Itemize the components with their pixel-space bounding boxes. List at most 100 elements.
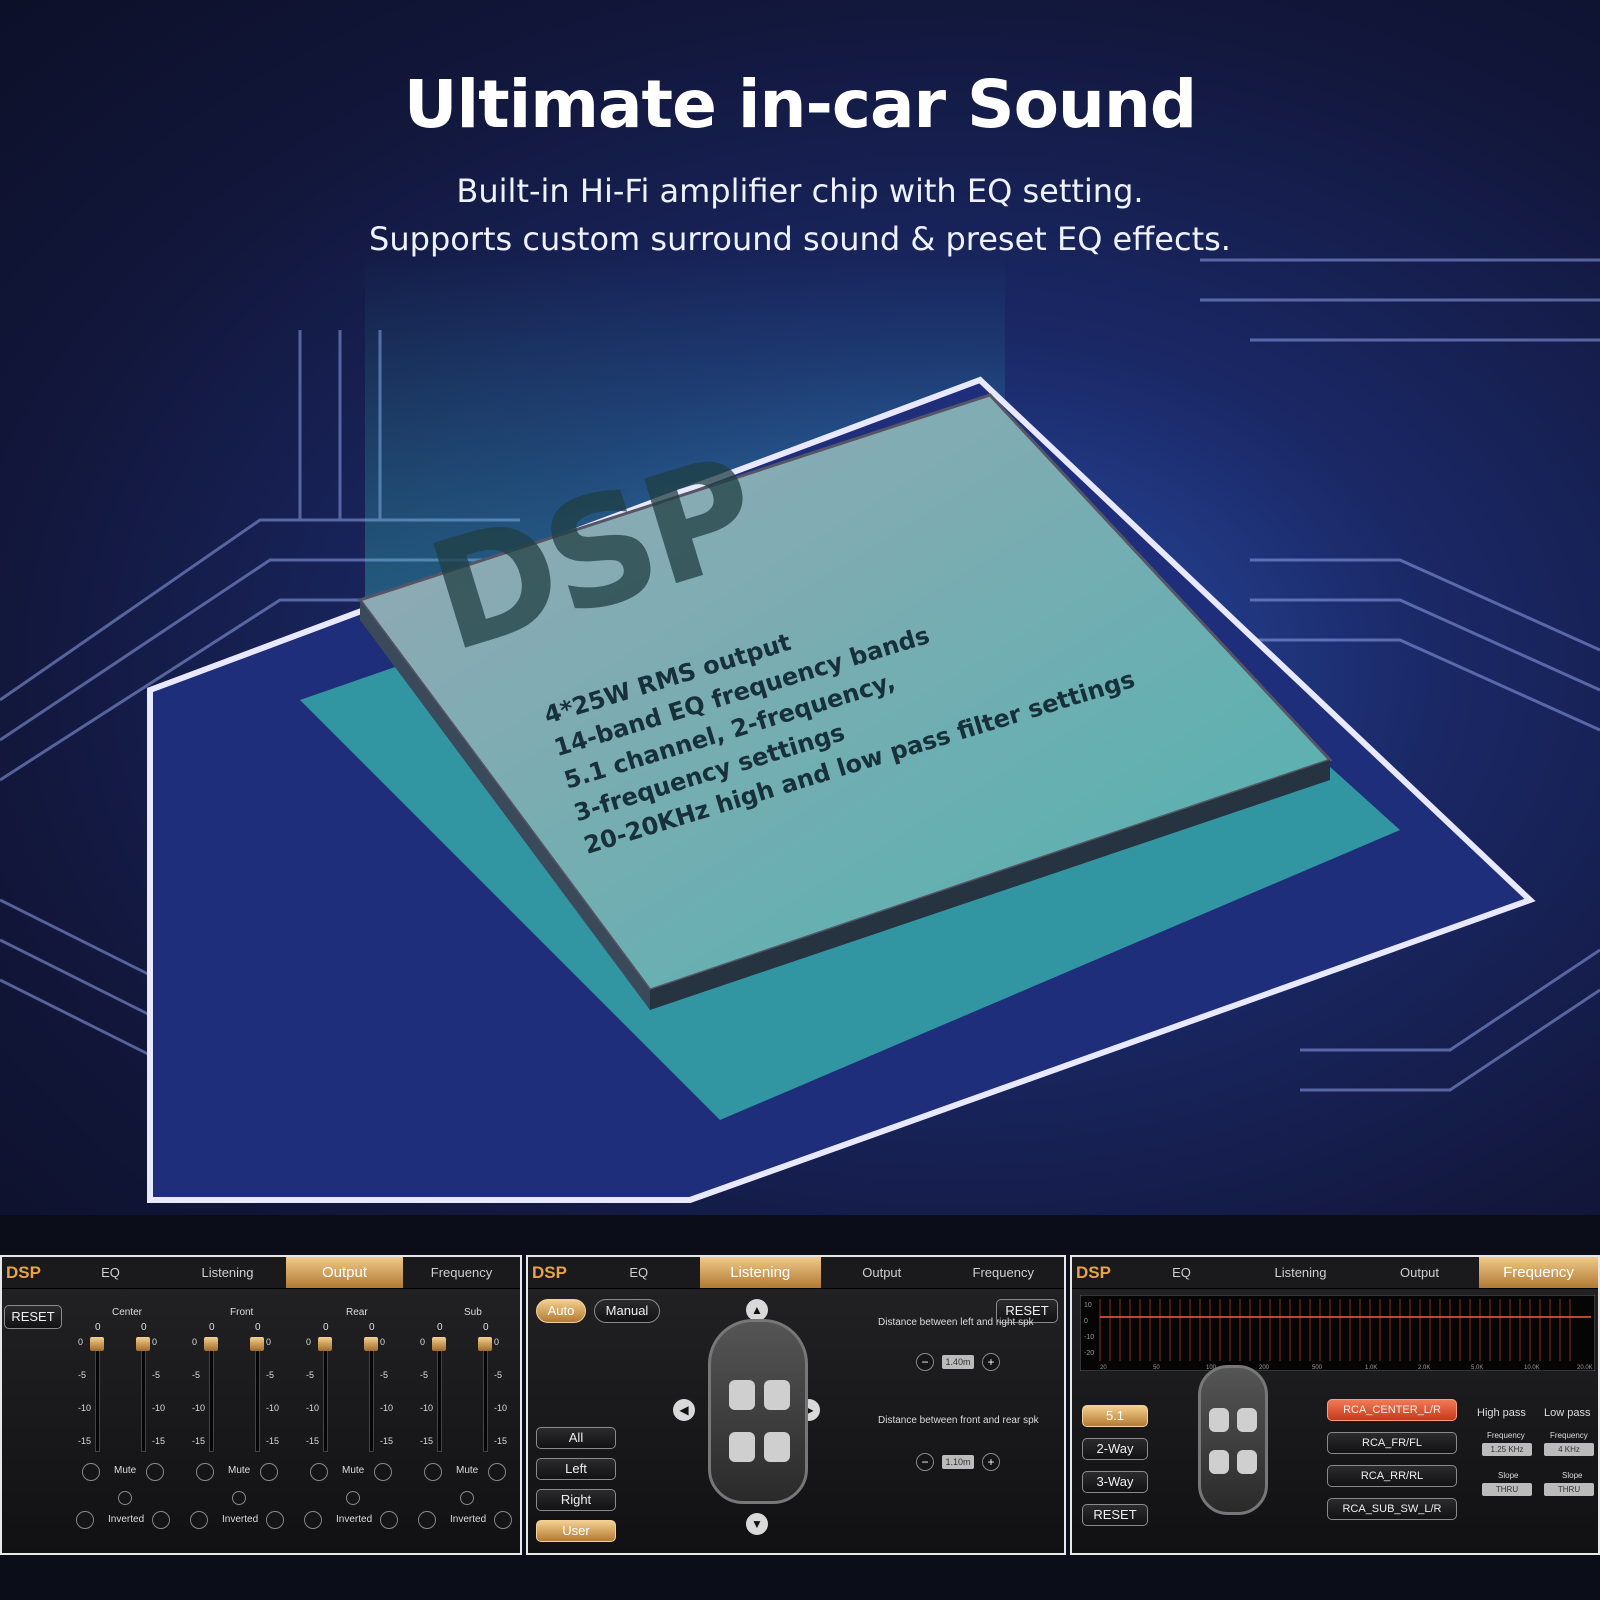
mode-2-way-button[interactable]: 2-Way bbox=[1082, 1438, 1148, 1460]
scale-label: 0 bbox=[266, 1337, 272, 1347]
mute-toggle[interactable] bbox=[260, 1463, 278, 1481]
mode-user-button[interactable]: User bbox=[536, 1520, 616, 1542]
minus-button[interactable]: − bbox=[916, 1353, 934, 1371]
mute-toggle[interactable] bbox=[146, 1463, 164, 1481]
tab-frequency[interactable]: Frequency bbox=[403, 1257, 520, 1288]
hp-slope-select[interactable]: THRU bbox=[1482, 1483, 1532, 1496]
mute-toggle[interactable] bbox=[196, 1463, 214, 1481]
mute-toggle[interactable] bbox=[488, 1463, 506, 1481]
slider-track[interactable] bbox=[323, 1342, 328, 1452]
channel-front-button[interactable]: RCA_FR/FL bbox=[1327, 1432, 1457, 1454]
scale-label: -15 bbox=[266, 1436, 280, 1446]
channel-label: Center bbox=[112, 1307, 143, 1318]
slider-top-value: 0 bbox=[209, 1322, 215, 1333]
slider-track[interactable] bbox=[209, 1342, 214, 1452]
tab-eq[interactable]: EQ bbox=[52, 1257, 169, 1288]
inverted-toggle[interactable] bbox=[266, 1511, 284, 1529]
plus-button[interactable]: + bbox=[982, 1453, 1000, 1471]
x-tick-label: 200 bbox=[1259, 1365, 1270, 1371]
slider-knob[interactable] bbox=[364, 1337, 378, 1351]
mode-left-button[interactable]: Left bbox=[536, 1458, 616, 1480]
mode-right-button[interactable]: Right bbox=[536, 1489, 616, 1511]
mute-toggle[interactable] bbox=[374, 1463, 392, 1481]
link-icon[interactable] bbox=[232, 1491, 246, 1505]
channel-rear-button[interactable]: RCA_RR/RL bbox=[1327, 1465, 1457, 1487]
slider-top-value: 0 bbox=[255, 1322, 261, 1333]
manual-button[interactable]: Manual bbox=[594, 1299, 660, 1323]
slider-knob[interactable] bbox=[478, 1337, 492, 1351]
tab-frequency[interactable]: Frequency bbox=[943, 1257, 1065, 1288]
slider-knob[interactable] bbox=[90, 1337, 104, 1351]
tab-output[interactable]: Output bbox=[1360, 1257, 1479, 1288]
lp-slope-select[interactable]: THRU bbox=[1544, 1483, 1594, 1496]
slider-knob[interactable] bbox=[250, 1337, 264, 1351]
inverted-toggle[interactable] bbox=[494, 1511, 512, 1529]
slider-top-value: 0 bbox=[437, 1322, 443, 1333]
inverted-label: Inverted bbox=[450, 1514, 487, 1525]
auto-button[interactable]: Auto bbox=[536, 1299, 586, 1323]
inverted-toggle[interactable] bbox=[152, 1511, 170, 1529]
hp-frequency-value[interactable]: 1.25 KHz bbox=[1482, 1443, 1532, 1456]
inverted-toggle[interactable] bbox=[190, 1511, 208, 1529]
scale-label: 0 bbox=[152, 1337, 158, 1347]
slider-top-value: 0 bbox=[369, 1322, 375, 1333]
channel-center-button[interactable]: RCA_CENTER_L/R bbox=[1327, 1399, 1457, 1421]
tab-listening[interactable]: Listening bbox=[699, 1257, 821, 1288]
scale-label: -15 bbox=[192, 1436, 206, 1446]
mute-label: Mute bbox=[114, 1465, 137, 1476]
scale-label: 0 bbox=[494, 1337, 500, 1347]
subtitle-line-2: Supports custom surround sound & preset … bbox=[369, 220, 1231, 258]
inverted-toggle[interactable] bbox=[418, 1511, 436, 1529]
slider-knob[interactable] bbox=[204, 1337, 218, 1351]
frequency-panel: DSP EQ Listening Output Frequency 10 0 -10… bbox=[1070, 1255, 1600, 1555]
mode-3-way-button[interactable]: 3-Way bbox=[1082, 1471, 1148, 1493]
scale-label: 0 bbox=[380, 1337, 386, 1347]
channel-sub-button[interactable]: RCA_SUB_SW_L/R bbox=[1327, 1498, 1457, 1520]
frequency-label: Frequency bbox=[1487, 1431, 1525, 1440]
tab-listening[interactable]: Listening bbox=[1241, 1257, 1360, 1288]
frequency-label: Frequency bbox=[1550, 1431, 1588, 1440]
slider-track[interactable] bbox=[141, 1342, 146, 1452]
plus-button[interactable]: + bbox=[982, 1353, 1000, 1371]
reset-button[interactable]: RESET bbox=[1082, 1504, 1148, 1526]
slider-track[interactable] bbox=[483, 1342, 488, 1452]
arrow-down-icon[interactable]: ▼ bbox=[746, 1513, 768, 1535]
mode-all-button[interactable]: All bbox=[536, 1427, 616, 1449]
mode-5-1-button[interactable]: 5.1 bbox=[1082, 1405, 1148, 1427]
slider-knob[interactable] bbox=[318, 1337, 332, 1351]
mute-label: Mute bbox=[228, 1465, 251, 1476]
slider-top-value: 0 bbox=[141, 1322, 147, 1333]
inverted-toggle[interactable] bbox=[76, 1511, 94, 1529]
tab-listening[interactable]: Listening bbox=[169, 1257, 286, 1288]
tab-output[interactable]: Output bbox=[821, 1257, 943, 1288]
tab-eq[interactable]: EQ bbox=[578, 1257, 700, 1288]
tab-output[interactable]: Output bbox=[286, 1257, 403, 1288]
tab-frequency[interactable]: Frequency bbox=[1479, 1257, 1598, 1288]
lp-frequency-value[interactable]: 4 KHz bbox=[1544, 1443, 1594, 1456]
slider-knob[interactable] bbox=[136, 1337, 150, 1351]
link-icon[interactable] bbox=[346, 1491, 360, 1505]
slider-track[interactable] bbox=[255, 1342, 260, 1452]
arrow-up-icon[interactable]: ▲ bbox=[746, 1299, 768, 1321]
tab-eq[interactable]: EQ bbox=[1122, 1257, 1241, 1288]
minus-button[interactable]: − bbox=[916, 1453, 934, 1471]
link-icon[interactable] bbox=[460, 1491, 474, 1505]
inverted-toggle[interactable] bbox=[304, 1511, 322, 1529]
slider-track[interactable] bbox=[369, 1342, 374, 1452]
link-icon[interactable] bbox=[118, 1491, 132, 1505]
y-tick-label: 10 bbox=[1084, 1302, 1092, 1309]
slider-track[interactable] bbox=[437, 1342, 442, 1452]
scale-label: -5 bbox=[152, 1370, 161, 1380]
scale-label: -15 bbox=[306, 1436, 320, 1446]
mute-toggle[interactable] bbox=[82, 1463, 100, 1481]
inverted-toggle[interactable] bbox=[380, 1511, 398, 1529]
slider-knob[interactable] bbox=[432, 1337, 446, 1351]
mute-toggle[interactable] bbox=[424, 1463, 442, 1481]
x-tick-label: 10.0K bbox=[1524, 1365, 1540, 1371]
slider-track[interactable] bbox=[95, 1342, 100, 1452]
scale-label: -10 bbox=[494, 1403, 508, 1413]
mute-toggle[interactable] bbox=[310, 1463, 328, 1481]
scale-label: 0 bbox=[420, 1337, 426, 1347]
reset-button[interactable]: RESET bbox=[4, 1305, 62, 1329]
arrow-left-icon[interactable]: ◀ bbox=[673, 1399, 695, 1421]
